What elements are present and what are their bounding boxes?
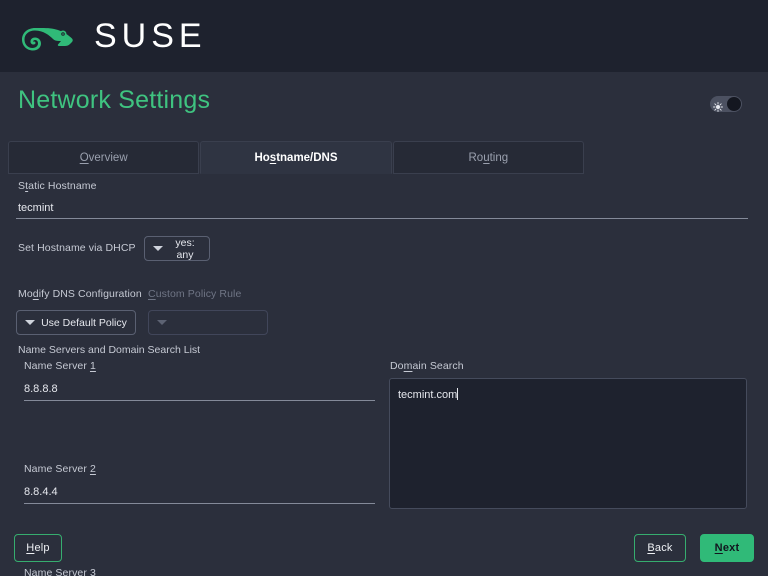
brand-name: SUSE bbox=[94, 19, 207, 53]
app-header: SUSE bbox=[0, 0, 768, 72]
name-server-1-input[interactable]: 8.8.8.8 bbox=[24, 383, 375, 401]
modify-dns-value: Use Default Policy bbox=[41, 317, 135, 329]
next-button[interactable]: Next bbox=[700, 534, 754, 562]
custom-policy-rule-select bbox=[148, 310, 268, 335]
name-server-2-input[interactable]: 8.8.4.4 bbox=[24, 486, 375, 504]
tab-bar: Overview Hostname/DNS Routing bbox=[8, 141, 584, 174]
name-server-2-field: Name Server 2 8.8.4.4 bbox=[24, 463, 375, 504]
set-hostname-dhcp-select[interactable]: yes: any bbox=[144, 236, 210, 261]
chevron-down-icon bbox=[157, 320, 167, 325]
theme-toggle-switch[interactable] bbox=[710, 96, 742, 112]
name-server-2-label: Name Server 2 bbox=[24, 463, 375, 475]
help-button[interactable]: Help bbox=[14, 534, 62, 562]
hostname-dns-panel: Static Hostname tecmint Set Hostname via… bbox=[0, 174, 768, 524]
back-button[interactable]: Back bbox=[634, 534, 686, 562]
toggle-knob bbox=[727, 97, 741, 111]
modify-dns-select[interactable]: Use Default Policy bbox=[16, 310, 136, 335]
title-row: Network Settings bbox=[0, 72, 768, 138]
chevron-down-icon bbox=[25, 320, 35, 325]
tab-routing-label: Routing bbox=[468, 152, 508, 164]
tab-overview-rest: verview bbox=[89, 152, 128, 164]
chevron-down-icon bbox=[153, 246, 163, 251]
modify-dns-label: Modify DNS Configuration bbox=[18, 288, 142, 300]
domain-search-value: tecmint.com bbox=[398, 389, 457, 401]
tab-hostname-dns-label: Hostname/DNS bbox=[254, 152, 337, 164]
tab-overview[interactable]: Overview bbox=[8, 141, 199, 174]
static-hostname-input[interactable]: tecmint bbox=[16, 202, 748, 219]
set-hostname-dhcp-label: Set Hostname via DHCP bbox=[18, 242, 136, 254]
domain-search-textarea[interactable]: tecmint.com bbox=[389, 378, 747, 509]
name-servers-group-label: Name Servers and Domain Search List bbox=[18, 344, 200, 356]
domain-search-label: Domain Search bbox=[390, 360, 464, 372]
suse-chameleon-logo-icon bbox=[20, 16, 80, 56]
help-button-label: Help bbox=[26, 542, 49, 554]
footer-bar: Help Back Next bbox=[0, 524, 768, 576]
text-cursor bbox=[457, 388, 458, 400]
sun-icon bbox=[713, 99, 723, 109]
name-server-1-label: Name Server 1 bbox=[24, 360, 375, 372]
page-title: Network Settings bbox=[18, 86, 210, 115]
tab-overview-label: Overview bbox=[80, 152, 128, 164]
custom-policy-rule-label: Custom Policy Rule bbox=[148, 288, 241, 300]
next-button-label: Next bbox=[715, 542, 740, 554]
name-server-1-field: Name Server 1 8.8.8.8 bbox=[24, 360, 375, 401]
tab-routing[interactable]: Routing bbox=[393, 141, 584, 174]
static-hostname-label: Static Hostname bbox=[18, 180, 97, 192]
back-button-label: Back bbox=[647, 542, 672, 554]
suse-brand: SUSE bbox=[20, 16, 207, 56]
set-hostname-dhcp-value: yes: any bbox=[169, 237, 209, 261]
tab-hostname-dns[interactable]: Hostname/DNS bbox=[200, 141, 391, 174]
